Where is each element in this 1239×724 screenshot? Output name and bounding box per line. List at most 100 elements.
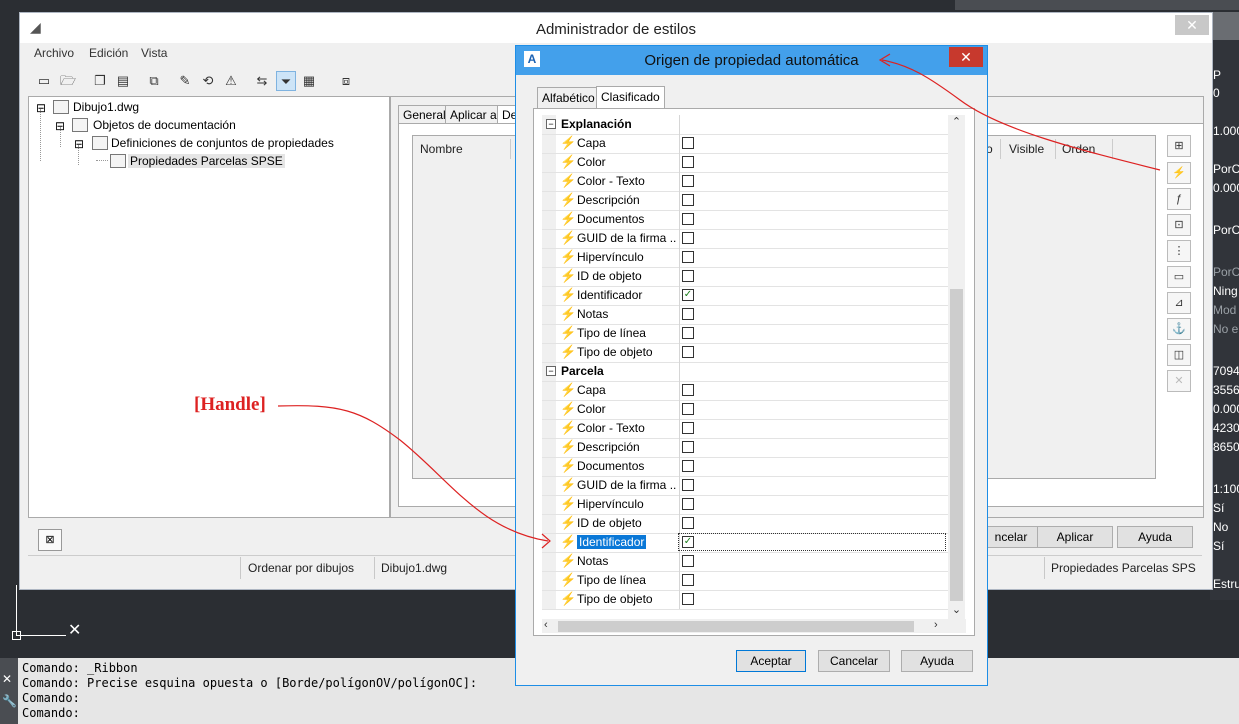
property-row[interactable]: ⚡ Descripción (542, 191, 948, 211)
tree-item-property-sets[interactable]: Definiciones de conjuntos de propiedades (111, 136, 334, 150)
tab-categorized[interactable]: Clasificado (596, 86, 665, 109)
tree-expander[interactable]: ⊟ (36, 101, 46, 115)
include-checkbox[interactable] (682, 232, 694, 244)
include-checkbox[interactable] (682, 137, 694, 149)
add-location-property-icon[interactable]: ⊡ (1167, 214, 1191, 236)
sync-icon[interactable]: ⟲ (198, 71, 218, 91)
wrench-icon[interactable]: 🔧 (2, 694, 17, 708)
include-checkbox[interactable] (682, 460, 694, 472)
delete-property-icon[interactable]: ✕ (1167, 370, 1191, 392)
scroll-left-icon[interactable]: ‹ (544, 619, 548, 631)
include-checkbox[interactable]: ✓ (682, 536, 694, 548)
include-checkbox[interactable] (682, 251, 694, 263)
include-checkbox[interactable] (682, 593, 694, 605)
help-window-icon[interactable]: ⧈ (336, 71, 356, 91)
menu-edicion[interactable]: Edición (89, 46, 128, 60)
tree-expander[interactable]: ⊟ (55, 119, 65, 133)
column-header-name[interactable]: Nombre (414, 139, 511, 159)
property-row[interactable]: ⚡ Tipo de línea (542, 571, 948, 591)
property-row[interactable]: ⚡ Color - Texto (542, 172, 948, 192)
category-row[interactable]: − Parcela (542, 362, 948, 382)
add-automatic-property-icon[interactable]: ⚡ (1167, 162, 1191, 184)
add-property-icon[interactable]: ⊞ (1167, 135, 1191, 157)
menu-archivo[interactable]: Archivo (34, 46, 74, 60)
property-row[interactable]: ⚡ Color - Texto (542, 419, 948, 439)
copy-icon[interactable]: ❐ (90, 71, 110, 91)
tree-item-documentation[interactable]: Objetos de documentación (93, 118, 236, 132)
collapse-icon[interactable]: − (546, 366, 556, 376)
add-graphic-property-icon[interactable]: ⊿ (1167, 292, 1191, 314)
include-checkbox[interactable] (682, 270, 694, 282)
include-checkbox[interactable] (682, 156, 694, 168)
include-checkbox[interactable] (682, 517, 694, 529)
add-anchor-property-icon[interactable]: ⚓ (1167, 318, 1191, 340)
property-source-grid[interactable]: − Explanación ⚡ Capa ⚡ Color ⚡ Color - Texto ⚡ De… (542, 115, 966, 619)
purge-icon[interactable]: ⧉ (144, 71, 164, 91)
apply-button[interactable]: Aplicar (1037, 526, 1113, 548)
property-row[interactable]: ⚡ GUID de la firma ... (542, 229, 948, 249)
include-checkbox[interactable] (682, 194, 694, 206)
property-row[interactable]: ⚡ Documentos (542, 210, 948, 230)
cancel-button[interactable]: Cancelar (818, 650, 890, 672)
scroll-right-icon[interactable]: › (934, 619, 938, 631)
include-checkbox[interactable]: ✓ (682, 289, 694, 301)
help-button[interactable]: Ayuda (901, 650, 973, 672)
paste-icon[interactable]: ▤ (113, 71, 133, 91)
include-checkbox[interactable] (682, 213, 694, 225)
horizontal-scroll-thumb[interactable] (558, 621, 914, 632)
add-reference-property-icon[interactable]: ◫ (1167, 344, 1191, 366)
include-checkbox[interactable] (682, 555, 694, 567)
column-header-visible[interactable]: Visible (1003, 139, 1056, 159)
open-icon[interactable]: 🗁 (58, 71, 78, 91)
help-button[interactable]: Ayuda (1117, 526, 1193, 548)
property-row[interactable]: ⚡ Notas (542, 552, 948, 572)
compare-icon[interactable]: ⇆ (252, 71, 272, 91)
property-row[interactable]: ⚡ Capa (542, 381, 948, 401)
new-icon[interactable]: ▭ (34, 71, 54, 91)
property-row[interactable]: ⚡ Tipo de objeto (542, 590, 948, 610)
column-header-order[interactable]: Orden (1056, 139, 1113, 159)
property-row[interactable]: ⚡ Identificador ✓ (542, 286, 948, 306)
collapse-icon[interactable]: − (546, 119, 556, 129)
ok-button[interactable]: Aceptar (736, 650, 806, 672)
include-checkbox[interactable] (682, 308, 694, 320)
edit-icon[interactable]: ✎ (175, 71, 195, 91)
scroll-down-icon[interactable]: ⌄ (948, 603, 965, 619)
property-row[interactable]: ⚡ Tipo de línea (542, 324, 948, 344)
property-row[interactable]: ⚡ Notas (542, 305, 948, 325)
tab-general[interactable]: General (398, 105, 451, 125)
property-row[interactable]: ⚡ Hipervínculo (542, 495, 948, 515)
property-row[interactable]: ⚡ ID de objeto (542, 267, 948, 287)
include-checkbox[interactable] (682, 422, 694, 434)
warning-icon[interactable]: ⚠ (221, 71, 241, 91)
property-row[interactable]: ⚡ Color (542, 153, 948, 173)
view-options-icon[interactable]: ▦ (299, 71, 319, 91)
property-row[interactable]: ⚡ ID de objeto (542, 514, 948, 534)
add-material-property-icon[interactable]: ▭ (1167, 266, 1191, 288)
tab-apply-to[interactable]: Aplicar a (445, 105, 502, 125)
include-checkbox[interactable] (682, 441, 694, 453)
add-formula-property-icon[interactable]: ƒ (1167, 188, 1191, 210)
property-row[interactable]: ⚡ Identificador ✓ (542, 533, 948, 553)
property-row[interactable]: ⚡ Capa (542, 134, 948, 154)
include-checkbox[interactable] (682, 498, 694, 510)
property-row[interactable]: ⚡ Documentos (542, 457, 948, 477)
menu-vista[interactable]: Vista (141, 46, 167, 60)
property-row[interactable]: ⚡ Tipo de objeto (542, 343, 948, 363)
tree-expander[interactable]: ⊟ (74, 137, 84, 151)
add-classification-property-icon[interactable]: ⋮ (1167, 240, 1191, 262)
scroll-up-icon[interactable]: ⌃ (948, 115, 965, 131)
include-checkbox[interactable] (682, 479, 694, 491)
property-row[interactable]: ⚡ Color (542, 400, 948, 420)
drawing-setup-icon[interactable]: ⊠ (38, 529, 62, 551)
include-checkbox[interactable] (682, 384, 694, 396)
include-checkbox[interactable] (682, 327, 694, 339)
tree-item-selected-style[interactable]: Propiedades Parcelas SPSE (128, 154, 285, 168)
include-checkbox[interactable] (682, 175, 694, 187)
property-row[interactable]: ⚡ GUID de la firma ... (542, 476, 948, 496)
tree-item-drawing[interactable]: Dibujo1.dwg (73, 100, 139, 114)
tab-alphabetic[interactable]: Alfabético (537, 87, 600, 109)
dialog-close-button[interactable]: ✕ (949, 47, 983, 67)
property-row[interactable]: ⚡ Hipervínculo (542, 248, 948, 268)
filter-icon[interactable]: ⏷ (276, 71, 296, 91)
